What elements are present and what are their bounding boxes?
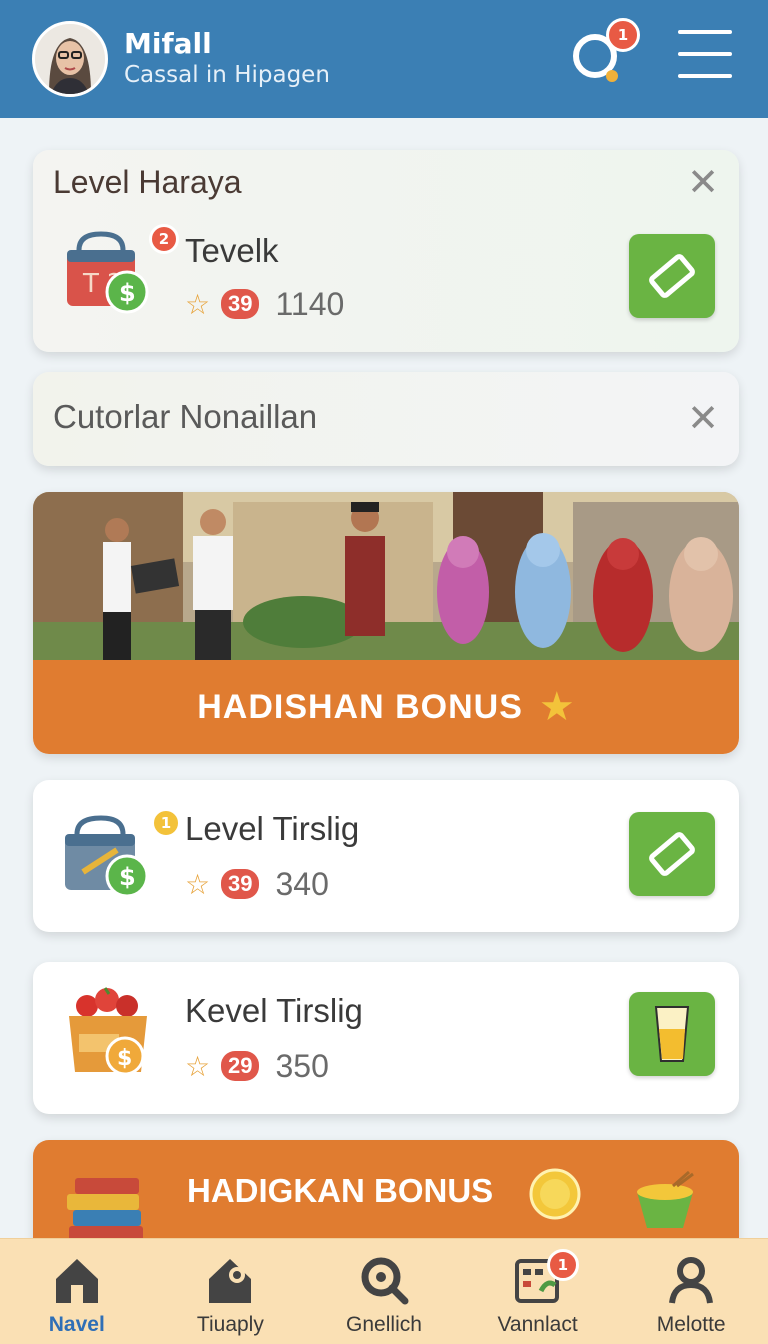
close-icon[interactable]: ✕ [683,162,723,202]
community-photo [33,492,739,660]
notification-badge: 1 [606,18,640,52]
level-card[interactable]: $ 1 Level Tirslig ☆ 39 340 [33,780,739,932]
ticket-button[interactable] [629,234,715,318]
notification-button[interactable]: 1 [568,18,640,88]
item-badge: 2 [149,224,179,254]
notice-title: Cutorlar Nonaillan [53,398,318,435]
hamburger-menu-icon[interactable] [678,30,732,82]
item-title: Level Tirslig [185,810,360,847]
drink-button[interactable] [629,992,715,1076]
bonus-banner[interactable]: HADISHAN BONUS ★ [33,492,739,754]
svg-text:$: $ [119,279,136,307]
user-info: Mifall Cassal in Hipagen [124,28,330,90]
banner-label: HADIGKAN BONUS [187,1172,494,1209]
banner-label: HADISHAN BONUS [197,687,523,726]
rating-pill: 29 [221,1051,260,1081]
app-header: Mifall Cassal in Hipagen 1 [0,0,768,118]
user-name: Mifall [124,27,212,60]
fruit-basket-icon: $ [65,984,155,1076]
user-photo-icon [35,24,105,94]
star-icon: ☆ [185,867,211,901]
level-card[interactable]: Level Haraya ✕ T ? $ 2 Tevelk ☆ 39 1140 [33,150,739,352]
basket-money-icon: T ? $ 2 [61,224,179,316]
item-value: 350 [275,1047,329,1084]
item-meta: ☆ 29 350 [185,1048,329,1084]
glass-icon [654,1006,690,1062]
nav-item-gnellich[interactable]: Gnellich [307,1239,461,1344]
nav-item-tiuaply[interactable]: Tiuaply [154,1239,308,1344]
basket-money-icon: $ 1 [61,808,181,900]
nav-label: Vannlact [497,1313,578,1336]
ticket-icon [649,254,695,298]
item-meta: ☆ 39 340 [185,866,329,902]
ticket-icon [649,832,695,876]
bowl-icon [637,1170,694,1228]
item-title: Tevelk [185,232,279,269]
house-settings-icon [209,1259,252,1303]
item-value: 340 [275,865,329,902]
nav-item-melotte[interactable]: Melotte [614,1239,768,1344]
home-icon [55,1259,98,1303]
nav-label: Melotte [656,1313,726,1336]
nav-label: Navel [48,1313,105,1336]
search-icon [361,1257,409,1305]
level-card[interactable]: $ Kevel Tirslig ☆ 29 350 [33,962,739,1114]
card-title: Level Haraya [53,164,242,200]
star-icon: ☆ [185,1049,211,1083]
profile-icon [669,1257,714,1304]
bottom-nav: Navel Tiuaply Gnellich 1 Vannlact Melott… [0,1238,768,1344]
ticket-button[interactable] [629,812,715,896]
nav-label: Gnellich [346,1313,422,1336]
item-badge: 1 [151,808,181,838]
rating-pill: 39 [221,869,260,899]
banner-strip: HADISHAN BONUS ★ [33,660,739,754]
rating-pill: 39 [221,289,260,319]
nav-item-vannlact[interactable]: 1 Vannlact [461,1239,615,1344]
item-meta: ☆ 39 1140 [185,286,344,322]
nav-item-navel[interactable]: Navel [0,1239,154,1344]
coin-icon [529,1168,581,1220]
notice-card[interactable]: Cutorlar Nonaillan ✕ [33,372,739,466]
user-subtitle: Cassal in Hipagen [124,62,330,88]
avatar[interactable] [32,21,108,97]
close-icon[interactable]: ✕ [683,398,723,438]
item-title: Kevel Tirslig [185,992,363,1029]
star-icon: ☆ [185,287,211,321]
svg-text:$: $ [119,863,136,891]
svg-text:$: $ [117,1046,132,1071]
nav-label: Tiuaply [196,1313,264,1336]
nav-badge: 1 [546,1249,579,1281]
item-value: 1140 [275,285,345,322]
star-icon: ★ [538,684,575,730]
